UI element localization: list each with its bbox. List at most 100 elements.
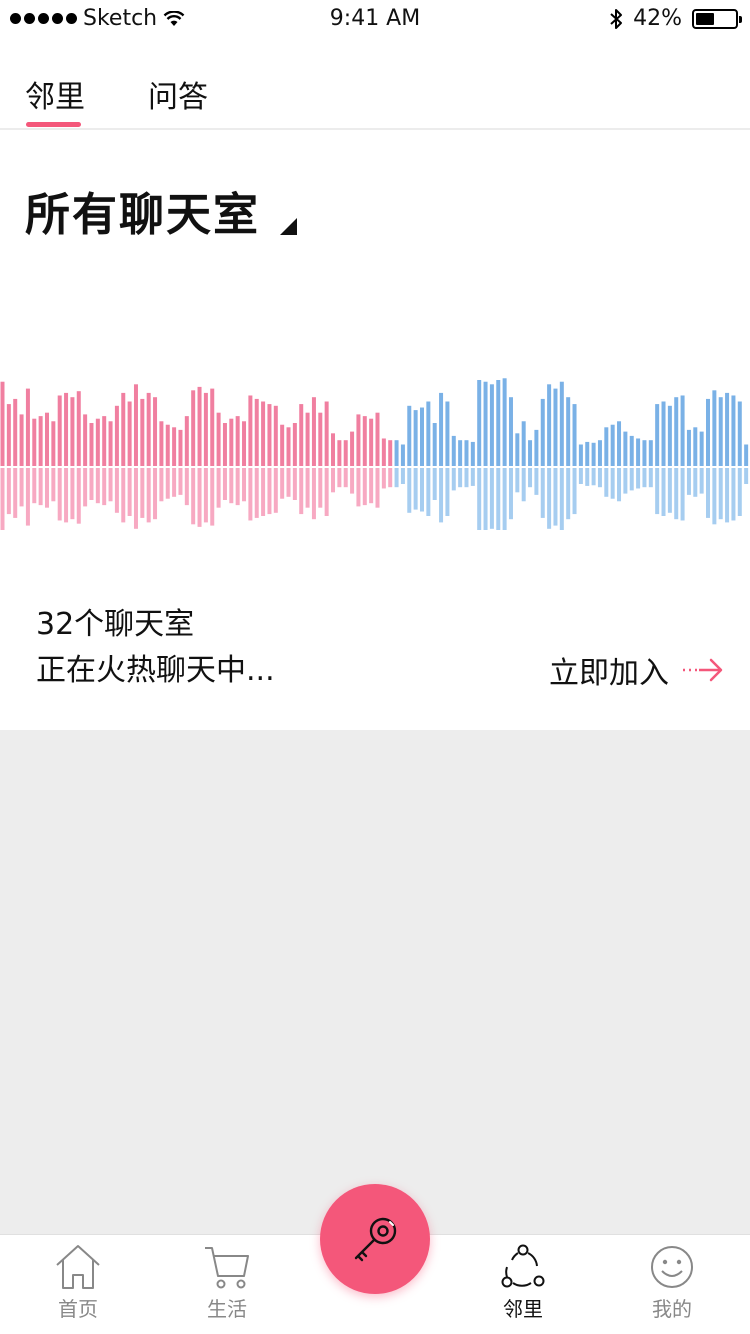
wave-bar-top bbox=[629, 435, 634, 466]
wave-bar-bottom bbox=[540, 468, 545, 518]
wave-bar-bottom bbox=[693, 468, 698, 497]
wave-bar-top bbox=[617, 421, 622, 466]
wave-bar-bottom bbox=[318, 468, 323, 508]
bluetooth-icon bbox=[610, 8, 623, 29]
wave-bar-top bbox=[496, 380, 501, 466]
wave-bar-bottom bbox=[0, 468, 5, 530]
wave-bar-top bbox=[108, 421, 113, 466]
wave-bar-bottom bbox=[76, 468, 81, 524]
wave-bar-bottom bbox=[324, 468, 329, 516]
wave-bar-bottom bbox=[439, 468, 444, 523]
wave-bar-bottom bbox=[566, 468, 571, 520]
wave-bar-top bbox=[350, 431, 355, 466]
wave-bar-bottom bbox=[6, 468, 11, 515]
wave-bar-bottom bbox=[216, 468, 221, 508]
wave-bar-bottom bbox=[19, 468, 24, 507]
wave-bar-top bbox=[197, 386, 202, 466]
wave-bar-bottom bbox=[254, 468, 259, 518]
wave-bar-top bbox=[133, 384, 138, 466]
nav-me[interactable]: 我的 bbox=[632, 1243, 712, 1322]
wave-bar-bottom bbox=[718, 468, 723, 520]
wave-bar-bottom bbox=[674, 468, 679, 520]
wave-bar-top bbox=[566, 397, 571, 466]
tab-qa[interactable]: 问答 bbox=[148, 72, 208, 116]
join-now-button[interactable]: 立即加入 bbox=[549, 648, 725, 692]
wave-bar-bottom bbox=[57, 468, 62, 521]
wave-bar-top bbox=[121, 392, 126, 466]
wave-bar-bottom bbox=[725, 468, 730, 523]
room-count: 32个聊天室 bbox=[36, 607, 195, 642]
wave-bar-top bbox=[585, 441, 590, 466]
wave-bar-bottom bbox=[191, 468, 196, 525]
wave-bar-bottom bbox=[483, 468, 488, 530]
wave-bar-top bbox=[184, 416, 189, 466]
center-key-button[interactable] bbox=[320, 1184, 430, 1294]
wave-bar-top bbox=[311, 397, 316, 466]
wave-bar-top bbox=[432, 423, 437, 466]
wave-bar-bottom bbox=[248, 468, 253, 521]
wave-bar-top bbox=[407, 405, 412, 466]
wave-bar-top bbox=[64, 392, 69, 466]
wave-bar-top bbox=[114, 405, 119, 466]
wave-bar-bottom bbox=[528, 468, 533, 488]
wave-bar-bottom bbox=[712, 468, 717, 525]
wave-bar-top bbox=[508, 397, 513, 466]
wave-bar-bottom bbox=[13, 468, 18, 518]
wave-bar-bottom bbox=[25, 468, 30, 526]
wave-bar-top bbox=[292, 423, 297, 466]
wave-bar-top bbox=[102, 416, 107, 466]
chat-room-card: 所有聊天室 32个聊天室 正在火热聊天中... 立即加入 bbox=[0, 130, 750, 730]
wave-bar-bottom bbox=[146, 468, 151, 523]
wave-bar-bottom bbox=[121, 468, 126, 523]
wave-bar-bottom bbox=[165, 468, 170, 499]
wave-bar-top bbox=[674, 397, 679, 466]
wave-bar-top bbox=[394, 440, 399, 466]
wave-bar-top bbox=[439, 392, 444, 466]
wave-bar-bottom bbox=[343, 468, 348, 488]
wave-bar-bottom bbox=[133, 468, 138, 529]
wave-bar-top bbox=[32, 418, 37, 466]
arrow-right-icon bbox=[683, 658, 723, 682]
tab-neighbor[interactable]: 邻里 bbox=[25, 72, 85, 116]
nav-life[interactable]: 生活 bbox=[187, 1243, 267, 1322]
wave-bar-top bbox=[534, 429, 539, 466]
wave-bar-bottom bbox=[477, 468, 482, 530]
wave-bar-bottom bbox=[38, 468, 43, 506]
wave-bar-top bbox=[369, 418, 374, 466]
battery-icon bbox=[692, 8, 742, 29]
wave-bar-bottom bbox=[64, 468, 69, 523]
wave-bar-top bbox=[744, 444, 749, 466]
wave-bar-bottom bbox=[502, 468, 507, 530]
wave-bar-bottom bbox=[572, 468, 577, 515]
wave-bar-bottom bbox=[388, 468, 393, 488]
wave-bar-bottom bbox=[394, 468, 399, 488]
wave-bar-bottom bbox=[515, 468, 520, 493]
wave-bar-top bbox=[242, 421, 247, 466]
wave-bar-top bbox=[216, 412, 221, 466]
wave-bar-bottom bbox=[451, 468, 456, 491]
wave-bar-bottom bbox=[44, 468, 49, 508]
wave-bar-bottom bbox=[114, 468, 119, 513]
wave-bar-bottom bbox=[292, 468, 297, 500]
wave-bar-top bbox=[261, 401, 266, 466]
nav-neighbor-label: 邻里 bbox=[503, 1297, 543, 1321]
wave-bar-bottom bbox=[172, 468, 177, 497]
wave-bar-top bbox=[89, 423, 94, 466]
wave-bar-top bbox=[146, 392, 151, 466]
wave-bar-bottom bbox=[381, 468, 386, 489]
room-filter[interactable]: 所有聊天室 bbox=[25, 178, 298, 243]
wave-bar-bottom bbox=[299, 468, 304, 515]
wave-bar-top bbox=[636, 438, 641, 466]
wave-bar-top bbox=[559, 381, 564, 466]
wave-bar-top bbox=[642, 440, 647, 466]
wave-bar-bottom bbox=[159, 468, 164, 502]
nav-neighbor[interactable]: 邻里 bbox=[483, 1243, 563, 1322]
wave-bar-top bbox=[38, 416, 43, 466]
nav-home[interactable]: 首页 bbox=[38, 1243, 118, 1322]
wave-bar-top bbox=[458, 440, 463, 466]
wave-bar-top bbox=[13, 398, 18, 466]
dropdown-caret-icon[interactable] bbox=[280, 218, 298, 235]
wave-bar-top bbox=[267, 404, 272, 466]
wave-bar-bottom bbox=[604, 468, 609, 497]
wave-bar-bottom bbox=[305, 468, 310, 508]
